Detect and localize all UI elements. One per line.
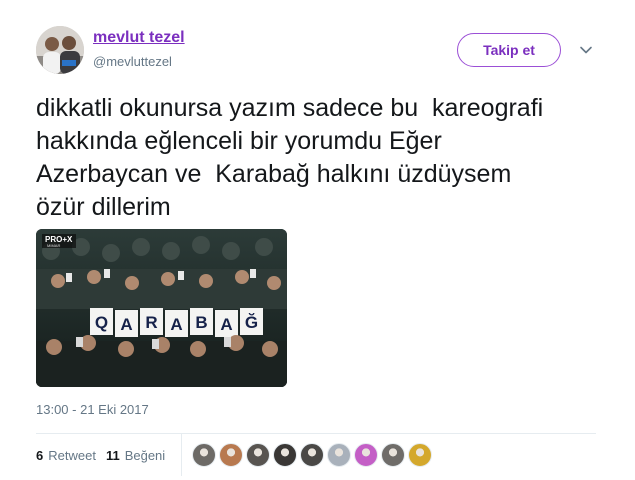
liker-avatar-8[interactable] bbox=[381, 443, 405, 467]
liker-avatar-3[interactable] bbox=[246, 443, 270, 467]
follow-button[interactable]: Takip et bbox=[457, 33, 561, 67]
liker-avatar-6[interactable] bbox=[327, 443, 351, 467]
liker-avatar-2[interactable] bbox=[219, 443, 243, 467]
liker-avatar-4[interactable] bbox=[273, 443, 297, 467]
banner-letter: Q bbox=[95, 313, 108, 332]
follow-button-label: Takip et bbox=[483, 42, 535, 58]
author-name-link[interactable]: mevlut tezel bbox=[93, 29, 185, 47]
banner-letter: R bbox=[145, 313, 157, 332]
tweet-photo[interactable]: QARABAĞ PRO+X MIMAR bbox=[36, 229, 287, 387]
banner-letter: A bbox=[120, 315, 132, 334]
stadium-crowd-photo: QARABAĞ PRO+X MIMAR bbox=[36, 229, 287, 387]
like-count[interactable]: 11 bbox=[106, 448, 120, 463]
banner-letter: Ğ bbox=[245, 313, 258, 332]
author-avatar[interactable] bbox=[36, 26, 84, 74]
chevron-down-icon[interactable] bbox=[578, 42, 594, 58]
liker-avatar-5[interactable] bbox=[300, 443, 324, 467]
tv-logo-sub: MIMAR bbox=[47, 243, 60, 248]
tweet-stats: 6 Retweet 11 Beğeni bbox=[36, 448, 175, 463]
tweet-text: dikkatli okunursa yazım sadece bu kareog… bbox=[36, 94, 544, 221]
retweet-count[interactable]: 6 bbox=[36, 448, 43, 463]
like-label[interactable]: Beğeni bbox=[125, 448, 165, 463]
stats-separator bbox=[181, 434, 182, 476]
liker-avatars bbox=[192, 443, 435, 467]
banner-letter: B bbox=[195, 313, 207, 332]
liker-avatar-9[interactable] bbox=[408, 443, 432, 467]
author-handle[interactable]: @mevluttezel bbox=[93, 54, 172, 69]
retweet-label[interactable]: Retweet bbox=[48, 448, 96, 463]
qarabag-banner: QARABAĞ bbox=[90, 308, 263, 337]
liker-avatar-7[interactable] bbox=[354, 443, 378, 467]
author-avatar-photo bbox=[36, 26, 84, 74]
banner-letter: A bbox=[220, 315, 232, 334]
tweet-timestamp[interactable]: 13:00 - 21 Eki 2017 bbox=[36, 402, 149, 417]
banner-letter: A bbox=[170, 315, 182, 334]
divider-top bbox=[36, 433, 596, 434]
liker-avatar-1[interactable] bbox=[192, 443, 216, 467]
